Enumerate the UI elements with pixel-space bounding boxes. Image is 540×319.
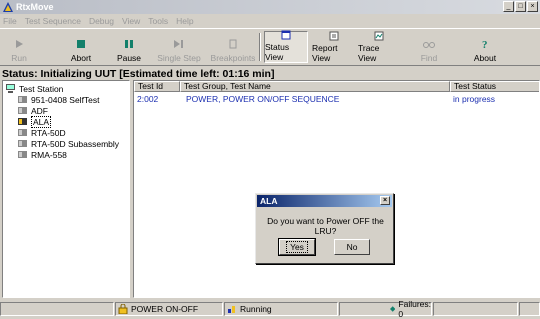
pause-button[interactable]: Pause [112, 31, 146, 63]
statusbar-sequence: POWER ON-OFF [115, 302, 223, 316]
about-button[interactable]: ? About [470, 31, 500, 63]
menu-view[interactable]: View [122, 16, 140, 26]
statusbar-pane-empty [433, 302, 518, 316]
status-line: Status: Initializing UUT [Estimated time… [2, 68, 275, 80]
column-header-test-name[interactable]: Test Group, Test Name [180, 81, 450, 92]
menu-bar: File Test Sequence Debug View Tools Help [0, 14, 540, 27]
tree-item-selected[interactable]: ALA [17, 115, 52, 128]
device-icon [18, 107, 27, 114]
report-view-icon [329, 31, 339, 41]
status-view-button[interactable]: Status View [264, 30, 308, 63]
breakpoints-button[interactable]: Breakpoints [210, 31, 256, 63]
play-icon [16, 40, 23, 48]
test-station-tree[interactable]: Test Station 951-0408 SelfTest ADF ALA R… [2, 80, 130, 298]
report-view-button[interactable]: Report View [312, 31, 356, 63]
dialog-title: ALA [260, 196, 278, 206]
row-test-name[interactable]: POWER, POWER ON/OFF SEQUENCE [186, 94, 339, 104]
dialog-close-icon[interactable]: × [380, 196, 390, 205]
maximize-button[interactable]: □ [515, 1, 526, 12]
statusbar-pane-empty [0, 302, 114, 316]
running-icon [228, 306, 235, 313]
device-icon [18, 118, 27, 125]
dialog-message: Do you want to Power OFF the LRU? [267, 216, 384, 236]
menu-test-sequence[interactable]: Test Sequence [25, 16, 81, 26]
about-icon: ? [482, 39, 488, 50]
tree-item[interactable]: RTA-50D [17, 127, 66, 138]
run-button[interactable]: Run [2, 31, 36, 63]
binoculars-icon [423, 42, 435, 48]
title-bar[interactable]: RtxMove _ □ × [0, 0, 540, 14]
menu-help[interactable]: Help [176, 16, 193, 26]
toolbar: Run Abort Pause Single Step Breakpoints … [0, 28, 540, 66]
status-view-icon [281, 30, 291, 40]
yes-button[interactable]: Yes [278, 238, 316, 256]
failures-icon [390, 306, 396, 312]
device-icon [18, 140, 27, 147]
menu-file[interactable]: File [3, 16, 17, 26]
statusbar-pane-empty [519, 302, 540, 316]
no-button[interactable]: No [334, 239, 370, 255]
confirm-dialog: ALA × Do you want to Power OFF the LRU? … [255, 193, 394, 264]
computer-icon [6, 84, 15, 93]
tree-item[interactable]: 951-0408 SelfTest [17, 94, 100, 105]
device-icon [18, 151, 27, 158]
menu-tools[interactable]: Tools [148, 16, 168, 26]
main-window: RtxMove _ □ × File Test Sequence Debug V… [0, 0, 540, 319]
device-icon [18, 129, 27, 136]
find-button[interactable]: Find [414, 31, 444, 63]
tree-item[interactable]: RMA-558 [17, 149, 67, 160]
column-header-test-id[interactable]: Test Id [134, 81, 180, 92]
dialog-title-bar[interactable]: ALA × [257, 195, 392, 207]
abort-button[interactable]: Abort [64, 31, 98, 63]
tree-root[interactable]: Test Station [5, 83, 63, 94]
window-title: RtxMove [16, 2, 54, 12]
menu-debug[interactable]: Debug [89, 16, 114, 26]
toolbar-separator [259, 33, 261, 61]
step-icon [174, 40, 183, 48]
trace-view-icon [374, 31, 384, 41]
stop-icon [77, 40, 85, 48]
single-step-button[interactable]: Single Step [156, 31, 202, 63]
minimize-button[interactable]: _ [503, 1, 514, 12]
app-icon [3, 2, 13, 12]
pause-icon [125, 40, 133, 48]
row-test-status[interactable]: in progress [453, 94, 495, 104]
test-list[interactable]: Test Id Test Group, Test Name Test Statu… [133, 80, 540, 298]
close-button[interactable]: × [527, 1, 538, 12]
trace-view-button[interactable]: Trace View [358, 31, 400, 63]
breakpoint-icon [229, 39, 237, 49]
row-test-id[interactable]: 2:002 [137, 94, 158, 104]
device-icon [18, 96, 27, 103]
statusbar-failures: Failures: 0 [339, 299, 432, 319]
tree-item[interactable]: RTA-50D Subassembly [17, 138, 119, 149]
lock-icon [118, 304, 128, 314]
svg-text:?: ? [482, 39, 488, 50]
tree-item[interactable]: ADF [17, 105, 48, 116]
column-header-test-status[interactable]: Test Status [450, 81, 539, 92]
window-controls: _ □ × [503, 1, 538, 12]
statusbar-state: Running [224, 302, 338, 316]
